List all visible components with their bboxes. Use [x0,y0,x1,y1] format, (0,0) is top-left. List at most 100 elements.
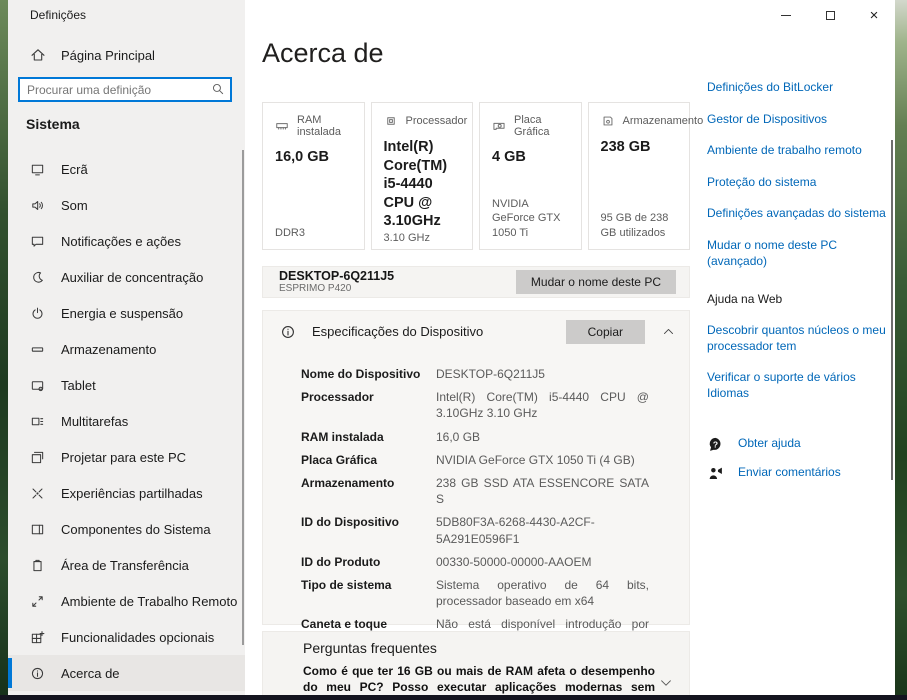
sidebar-item-label: Experiências partilhadas [61,485,203,501]
main-content: × Acerca de RAM instalada 16,0 GB DDR3 P… [245,0,895,695]
sidebar-item-experiencias[interactable]: Experiências partilhadas [8,475,245,511]
rename-pc-button[interactable]: Mudar o nome deste PC [515,270,676,294]
sidebar-nav: Ecrã Som Notificações e ações Auxiliar d… [8,151,245,691]
card-graphics: Placa Gráfica 4 GB NVIDIA GeForce GTX 10… [479,102,582,250]
link-system-protection[interactable]: Proteção do sistema [707,175,895,191]
chevron-down-icon[interactable] [659,676,673,690]
minimize-icon [781,14,791,16]
spec-row: Nome do Dispositivo DESKTOP-6Q211J5 [301,366,649,382]
spec-row: Tipo de sistema Sistema operativo de 64 b… [301,577,649,609]
sidebar-item-energia[interactable]: Energia e suspensão [8,295,245,331]
web-help-header: Ajuda na Web [707,292,783,307]
link-remote-desktop[interactable]: Ambiente de trabalho remoto [707,143,895,159]
sidebar-item-label: Tablet [61,377,96,393]
sidebar-item-label: Energia e suspensão [61,305,184,321]
optional-features-icon [30,630,45,645]
faq-question[interactable]: Como é que ter 16 GB ou mais de RAM afet… [303,664,655,695]
spec-label: Tipo de sistema [301,577,392,592]
sidebar-item-projetar[interactable]: Projetar para este PC [8,439,245,475]
sidebar-item-funcionalidades[interactable]: Funcionalidades opcionais [8,619,245,655]
cpu-icon [384,114,398,128]
link-rename-advanced[interactable]: Mudar o nome deste PC (avançado) [707,238,895,269]
spec-label: Processador [301,390,374,405]
settings-window: Definições Página Principal Sistema Ecrã… [8,0,895,695]
get-help-link[interactable]: Obter ajuda [738,436,801,452]
faq-title: Perguntas frequentes [303,640,437,656]
gpu-icon [492,119,506,133]
sidebar-item-armazenamento[interactable]: Armazenamento [8,331,245,367]
card-footer: 95 GB de 238 GB utilizados [600,212,669,239]
page-title: Acerca de [262,38,384,68]
sidebar-item-trabalho-remoto[interactable]: Ambiente de Trabalho Remoto [8,583,245,619]
card-value: 4 GB [492,149,526,165]
search-box [18,77,232,102]
maximize-icon [825,10,835,20]
home-label: Página Principal [61,47,155,63]
chevron-up-icon[interactable] [662,325,675,338]
maximize-button[interactable] [815,4,845,26]
spec-value: 16,0 GB [436,429,481,444]
link-cpu-cores-help[interactable]: Descobrir quantos núcleos o meu processa… [707,323,895,354]
sidebar-scrollbar[interactable] [242,150,244,645]
sidebar-item-label: Ecrã [61,161,88,177]
device-name: DESKTOP-6Q211J5 [279,269,395,284]
sidebar-item-label: Armazenamento [61,341,157,357]
card-footer: DDR3 [275,226,305,239]
spec-value: NVIDIA GeForce GTX 1050 Ti (4 GB) [436,452,635,467]
minimize-button[interactable] [771,4,801,26]
sidebar-item-som[interactable]: Som [8,187,245,223]
speaker-icon [30,198,45,213]
feedback-icon [707,465,724,482]
disk-icon [601,114,615,128]
link-advanced-settings[interactable]: Definições avançadas do sistema [707,206,895,222]
spec-label: Nome do Dispositivo [301,367,421,381]
related-settings: Definições do BitLocker Gestor de Dispos… [707,80,895,494]
sidebar-item-area-transferencia[interactable]: Área de Transferência [8,547,245,583]
copy-button[interactable]: Copiar [565,319,645,344]
sidebar: Definições Página Principal Sistema Ecrã… [8,0,245,695]
spec-row: ID do Dispositivo 5DB80F3A-6268-4430-A2CF… [301,514,649,546]
sidebar-item-multitarefas[interactable]: Multitarefas [8,403,245,439]
spec-value: 238 GB SSD ATA ESSENCORE SATA S [436,475,649,507]
spec-value: 00330-50000-00000-AAOEM [436,554,592,569]
desktop-background-right [895,0,907,700]
sidebar-item-acerca-de[interactable]: Acerca de [8,655,245,691]
taskbar-edge [0,695,907,700]
clipboard-icon [30,558,45,573]
spec-row: Placa Gráfica NVIDIA GeForce GTX 1050 Ti … [301,452,649,468]
sidebar-item-label: Ambiente de Trabalho Remoto [61,593,238,609]
info-icon [30,666,45,681]
spec-value: Intel(R) Core(TM) i5-4440 CPU @ 3.10GHz … [436,390,649,421]
sidebar-item-componentes[interactable]: Componentes do Sistema [8,511,245,547]
sidebar-item-label: Multitarefas [61,413,129,429]
card-footer: 3.10 GHz [383,231,430,244]
svg-text:?: ? [713,439,718,449]
shared-icon [30,486,45,501]
device-model: ESPRIMO P420 [279,283,352,295]
sidebar-item-home[interactable]: Página Principal [30,47,155,63]
sidebar-item-label: Funcionalidades opcionais [61,629,215,645]
close-button[interactable]: × [859,4,889,26]
card-value: 16,0 GB [275,149,329,165]
sidebar-item-ecra[interactable]: Ecrã [8,151,245,187]
components-icon [30,522,45,537]
link-language-support-help[interactable]: Verificar o suporte de vários Idiomas [707,370,895,401]
spec-value: 5DB80F3A-6268-4430-A2CF-5A291E0596F1 [436,515,595,546]
faq-panel: Perguntas frequentes Como é que ter 16 G… [262,631,690,695]
specs-header[interactable]: Especificações do Dispositivo Copiar [263,311,689,352]
sidebar-item-auxiliar-concentracao[interactable]: Auxiliar de concentração [8,259,245,295]
link-device-manager[interactable]: Gestor de Dispositivos [707,112,895,128]
main-scrollbar[interactable] [891,140,893,480]
window-controls: × [771,4,889,26]
sidebar-item-notificacoes[interactable]: Notificações e ações [8,223,245,259]
home-icon [30,47,46,63]
sidebar-item-label: Auxiliar de concentração [61,269,204,285]
card-value: Intel(R) Core(TM) i5-4440 CPU @ 3.10GHz [383,139,448,230]
feedback-link[interactable]: Enviar comentários [738,465,841,481]
link-bitlocker[interactable]: Definições do BitLocker [707,80,895,96]
search-input[interactable] [18,77,232,102]
remote-desktop-icon [30,594,45,609]
sidebar-item-tablet[interactable]: Tablet [8,367,245,403]
content-column: RAM instalada 16,0 GB DDR3 Processador I… [262,102,703,695]
card-footer: NVIDIA GeForce GTX 1050 Ti [492,198,561,239]
